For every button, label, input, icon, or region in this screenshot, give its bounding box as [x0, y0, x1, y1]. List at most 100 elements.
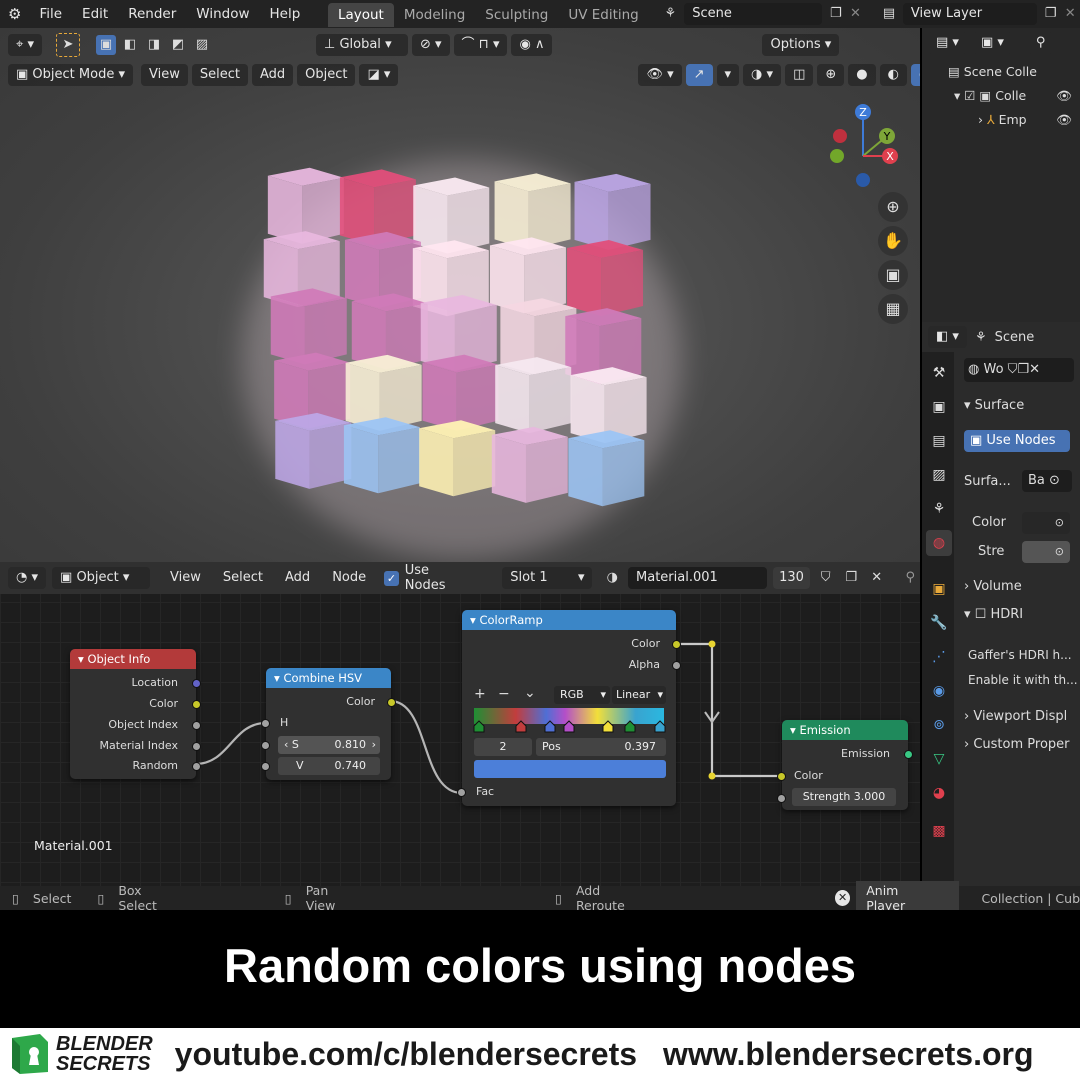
active-stop-index[interactable]: 2	[474, 738, 532, 756]
node-color-ramp[interactable]: ▾ ColorRamp Color Alpha + − ⌄ RGB ▾ Line…	[457, 610, 681, 806]
properties-editor: ◧ ▾ ⚘ Scene ⚒ ▣ ▤ ▨ ⚘ ◍ ▣ 🔧 ⋰ ◉ ⊚ ▽ ◕ ▩ …	[922, 322, 1080, 886]
strength-color-field[interactable]: ⊙	[1022, 541, 1070, 563]
outliner-collection[interactable]: ▾ ☑ ▣ Colle 👁	[954, 88, 1078, 103]
tab-uv-editing[interactable]: UV Editing	[558, 3, 648, 27]
physics-tab-icon[interactable]: ◉	[926, 678, 952, 704]
new-scene-icon[interactable]: ❐	[826, 4, 846, 24]
scene-field[interactable]: Scene	[684, 3, 822, 25]
ortho-grid-icon[interactable]: ▦	[878, 294, 908, 324]
custom-properties-panel[interactable]: › Custom Proper	[964, 737, 1078, 752]
tab-modeling[interactable]: Modeling	[394, 3, 475, 27]
view-layer-icon[interactable]: ▤	[879, 4, 899, 24]
remove-stop-button[interactable]: −	[498, 687, 510, 701]
stop-position-field[interactable]: Pos 0.397	[536, 738, 666, 756]
use-nodes-button[interactable]: ▣ Use Nodes	[964, 430, 1070, 452]
pan-hand-icon[interactable]: ✋	[878, 226, 908, 256]
socket-object-index[interactable]	[192, 721, 201, 730]
combine-hsv-socket-h[interactable]	[261, 719, 270, 728]
view-layer-field[interactable]: View Layer	[902, 3, 1037, 25]
combine-hsv-socket-out[interactable]	[387, 698, 396, 707]
node-combine-hsv[interactable]: ▾ Combine HSV Color H ‹ S 0.810 › V 0.740	[261, 668, 396, 780]
tool-tab-icon[interactable]: ⚒	[926, 360, 952, 386]
stop-color-swatch[interactable]	[474, 760, 666, 778]
youtube-url[interactable]: youtube.com/c/blendersecrets	[175, 1036, 637, 1073]
hdri-panel-header[interactable]: ▾ ☐ HDRI	[964, 607, 1023, 622]
menu-edit[interactable]: Edit	[72, 0, 118, 28]
scene-icon[interactable]: ⚘	[661, 4, 681, 24]
color-ramp-title[interactable]: ▾ ColorRamp	[462, 610, 676, 630]
color-ramp-socket-fac[interactable]	[457, 788, 466, 797]
texture-tab-icon[interactable]: ▩	[926, 818, 952, 844]
interpolation-dropdown[interactable]: Linear ▾	[612, 686, 666, 704]
camera-icon[interactable]: ▣	[878, 260, 908, 290]
modifier-tab-icon[interactable]: 🔧	[926, 610, 952, 636]
saturation-slider[interactable]: ‹ S 0.810 ›	[278, 736, 380, 754]
anim-player-close-icon[interactable]: ✕	[835, 890, 851, 906]
add-stop-button[interactable]: +	[474, 687, 486, 701]
empty-visibility-icon[interactable]: 👁	[1056, 112, 1072, 128]
value-slider[interactable]: V 0.740	[278, 757, 380, 775]
outliner-editor-type-icon[interactable]: ▤ ▾	[928, 32, 967, 54]
socket-random[interactable]	[192, 762, 201, 771]
world-selector[interactable]: ◍ Wo ⛉❐✕	[964, 358, 1074, 382]
outliner-display-mode-icon[interactable]: ▣ ▾	[972, 32, 1012, 54]
node-object-info[interactable]: ▾ Object Info Location Color Object Inde…	[70, 649, 201, 779]
particles-tab-icon[interactable]: ⋰	[926, 644, 952, 670]
tab-sculpting[interactable]: Sculpting	[475, 3, 558, 27]
scene-tab-icon[interactable]: ⚘	[926, 496, 952, 522]
strength-field[interactable]: Strength 3.000	[792, 788, 896, 806]
menu-file[interactable]: File	[29, 0, 72, 28]
color-stops[interactable]	[470, 718, 670, 734]
color-ramp-socket-color[interactable]	[672, 640, 681, 649]
data-tab-icon[interactable]: ▽	[926, 746, 952, 772]
object-tab-icon[interactable]: ▣	[926, 576, 952, 602]
viewport-display-panel[interactable]: › Viewport Displ	[964, 709, 1078, 724]
color-ramp-socket-alpha[interactable]	[672, 661, 681, 670]
render-tab-icon[interactable]: ▣	[926, 394, 952, 420]
emission-title[interactable]: ▾ Emission	[782, 720, 908, 740]
surface-shader-field[interactable]: Ba ⊙	[1022, 470, 1072, 492]
outliner-scene-collection[interactable]: ▤ Scene Colle	[948, 64, 1037, 79]
object-info-title[interactable]: ▾ Object Info	[70, 649, 196, 669]
outliner-search-icon[interactable]: ⚲	[1027, 32, 1054, 54]
3d-viewport[interactable]: ⌖ ▾ ➤ ▣ ◧ ◨ ◩ ▨ ⊥ Global ▾ ⊘ ▾ ⌒ ⊓ ▾ ◉ ∧…	[0, 28, 920, 562]
socket-material-index[interactable]	[192, 742, 201, 751]
close-scene-icon[interactable]: ✕	[846, 4, 866, 24]
combine-hsv-socket-s[interactable]	[261, 741, 270, 750]
world-tab-icon[interactable]: ◍	[926, 530, 952, 556]
navigation-gizmo[interactable]: Z Y X	[820, 100, 910, 190]
color-ramp-input-fac: Fac	[476, 785, 495, 798]
material-tab-icon[interactable]: ◕	[926, 780, 952, 806]
properties-editor-type-icon[interactable]: ◧ ▾	[928, 326, 967, 348]
random-color-cubes[interactable]	[0, 28, 920, 562]
close-view-layer-icon[interactable]: ✕	[1060, 4, 1080, 24]
zoom-icon[interactable]: ⊕	[878, 192, 908, 222]
color-field[interactable]: ⊙	[1022, 512, 1070, 534]
color-mode-dropdown[interactable]: RGB ▾	[554, 686, 610, 704]
collection-visibility-icon[interactable]: 👁	[1056, 88, 1072, 104]
website-url[interactable]: www.blendersecrets.org	[663, 1036, 1033, 1073]
socket-color[interactable]	[192, 700, 201, 709]
constraints-tab-icon[interactable]: ⊚	[926, 712, 952, 738]
menu-help[interactable]: Help	[260, 0, 311, 28]
ramp-more-button[interactable]: ⌄	[524, 686, 536, 700]
combine-hsv-socket-v[interactable]	[261, 762, 270, 771]
socket-location[interactable]	[192, 679, 201, 688]
blender-logo-icon[interactable]: ⚙	[0, 0, 29, 28]
view-layer-tab-icon[interactable]: ▨	[926, 462, 952, 488]
volume-panel-header[interactable]: › Volume	[964, 579, 1022, 594]
emission-socket-strength[interactable]	[777, 794, 786, 803]
menu-window[interactable]: Window	[186, 0, 259, 28]
outliner-empty[interactable]: › ⅄ Emp 👁	[978, 112, 1078, 127]
combine-hsv-title[interactable]: ▾ Combine HSV	[266, 668, 391, 688]
emission-socket-color[interactable]	[777, 772, 786, 781]
tab-layout[interactable]: Layout	[327, 3, 394, 27]
shader-node-editor[interactable]: ◔ ▾ ▣ Object ▾ View Select Add Node ✓ Us…	[0, 562, 920, 886]
emission-socket-out[interactable]	[904, 750, 913, 759]
surface-panel-header[interactable]: ▾ Surface	[964, 398, 1024, 413]
output-tab-icon[interactable]: ▤	[926, 428, 952, 454]
color-ramp-output-alpha: Alpha	[628, 658, 660, 671]
new-view-layer-icon[interactable]: ❐	[1041, 4, 1061, 24]
node-emission[interactable]: ▾ Emission Emission Color Strength 3.000	[777, 720, 913, 810]
menu-render[interactable]: Render	[118, 0, 186, 28]
